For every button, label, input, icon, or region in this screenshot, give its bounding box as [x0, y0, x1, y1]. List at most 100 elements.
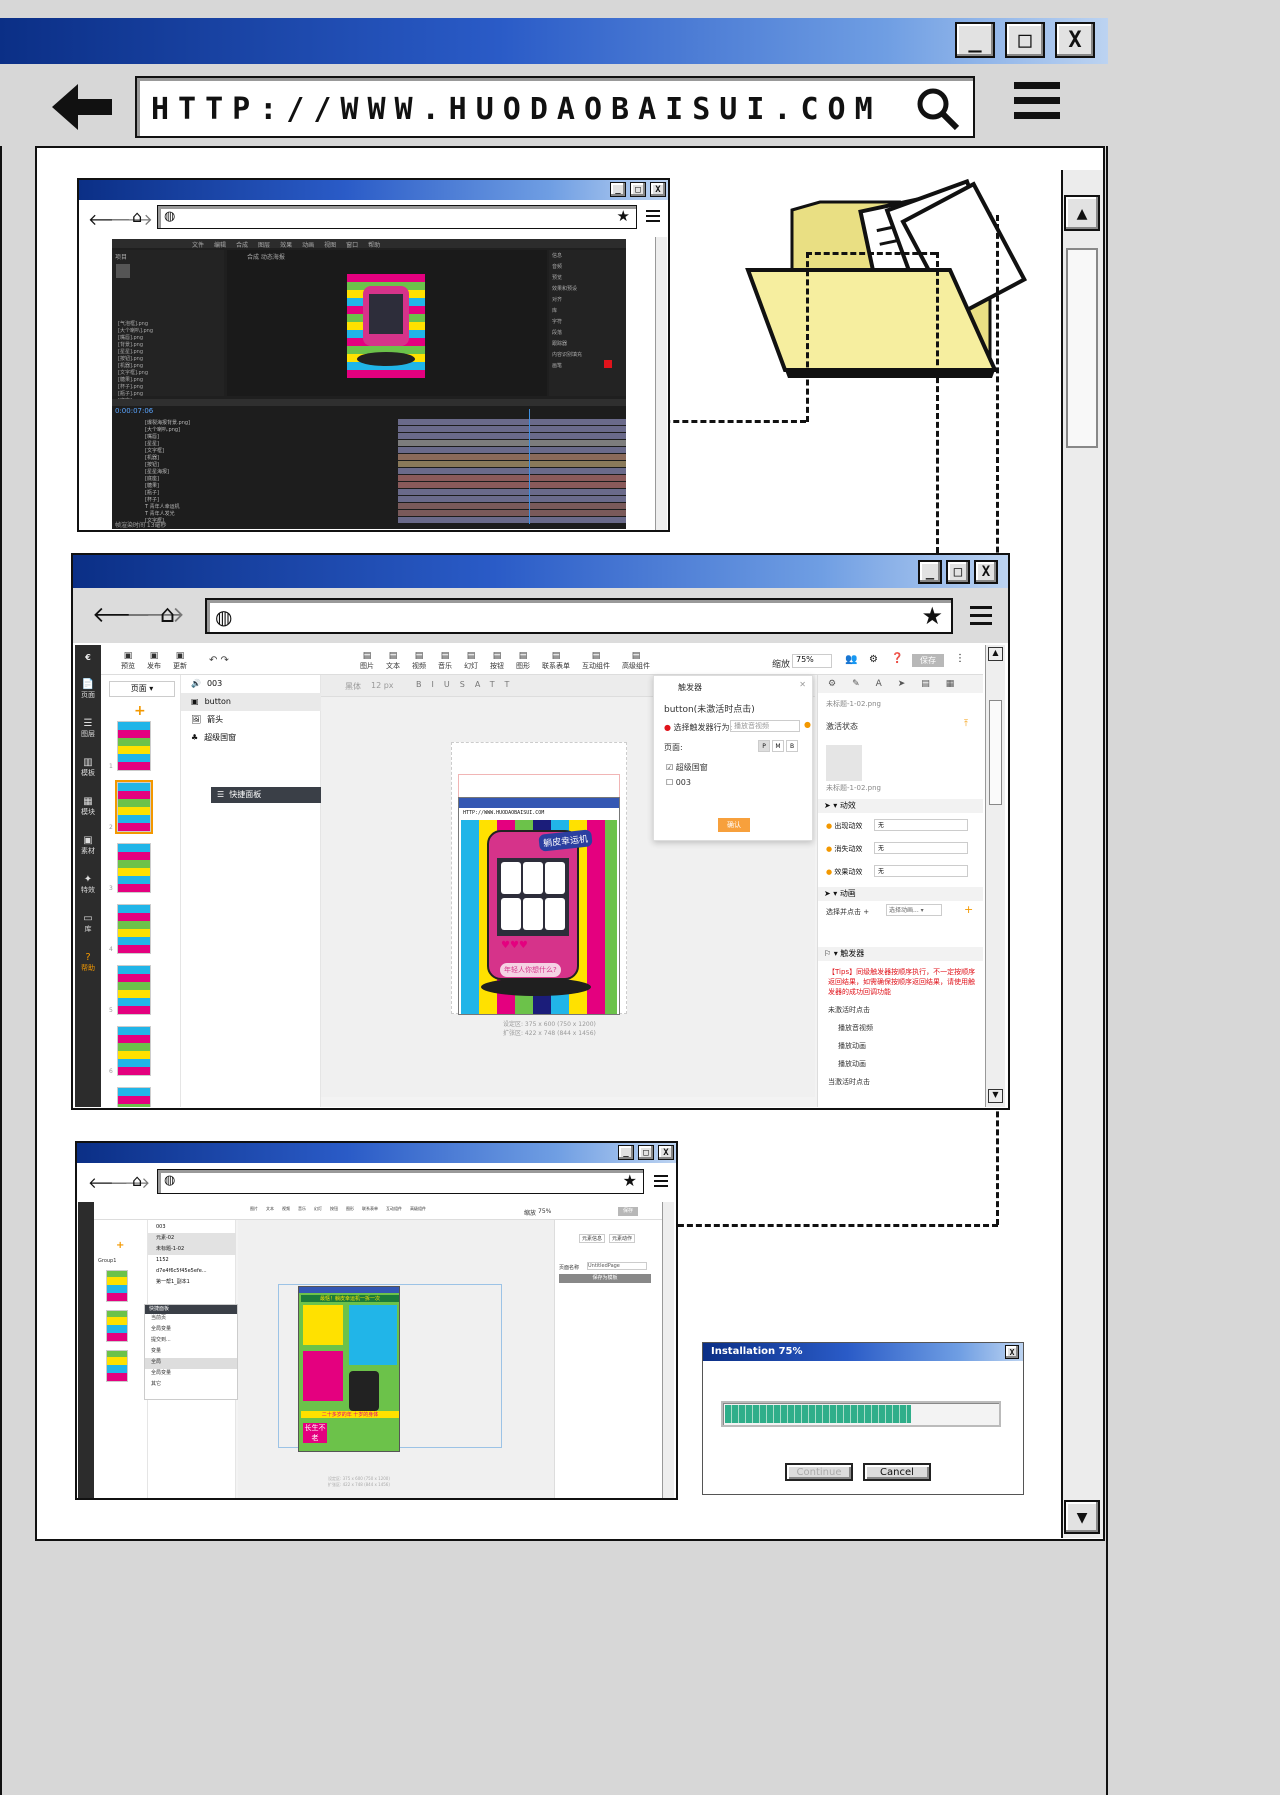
timeline-layer[interactable]: [机器]: [115, 454, 395, 461]
timeline-bar[interactable]: [398, 510, 626, 516]
hamburger-menu-icon[interactable]: [1014, 82, 1060, 128]
effects-panel-item[interactable]: 信息: [552, 252, 582, 263]
page-option-B[interactable]: B: [786, 740, 798, 752]
save-template-button[interactable]: 保存为模板: [559, 1274, 651, 1283]
insert-button-1[interactable]: ▤ 文本: [386, 651, 400, 671]
timeline-bar[interactable]: [398, 447, 626, 453]
insert-button-4[interactable]: 幻灯: [314, 1206, 322, 1212]
quick-panel[interactable]: 快捷面板 当前页 全局变量 提交到... 变量 全局 全局变量 其它: [144, 1304, 238, 1400]
quick-item[interactable]: 其它: [145, 1380, 237, 1391]
page-thumb[interactable]: [106, 1310, 128, 1342]
timeline-layer[interactable]: T 青年人幸运机: [115, 503, 395, 510]
motion-select[interactable]: 无: [874, 819, 968, 831]
add-page-button[interactable]: +: [134, 703, 146, 719]
left-nav-item-5[interactable]: ✦ 特效: [75, 874, 101, 895]
ae-home-icon[interactable]: ⌂: [132, 207, 142, 226]
project-file-item[interactable]: [背景].png: [118, 341, 222, 348]
insert-button-5[interactable]: ▤ 按钮: [490, 651, 504, 671]
effects-panel-item[interactable]: 字符: [552, 318, 582, 329]
page-thumb[interactable]: [117, 1026, 151, 1076]
ae-url-bar[interactable]: ◍ ★: [157, 205, 637, 229]
ae-maximize-button[interactable]: □: [630, 182, 646, 197]
back-arrow-icon[interactable]: [52, 82, 114, 132]
left-nav-item-0[interactable]: 📄 页面: [75, 679, 101, 700]
timeline-layer[interactable]: [按钮]: [115, 461, 395, 468]
insert-button-5[interactable]: 按钮: [330, 1206, 338, 1212]
insert-button-7[interactable]: 联系表单: [362, 1206, 378, 1212]
animation-select[interactable]: 选择动画... ▾: [886, 904, 942, 916]
project-file-item[interactable]: [按钮].png: [118, 355, 222, 362]
page-option-P[interactable]: P: [758, 740, 770, 752]
continue-button[interactable]: Continue: [785, 1463, 853, 1481]
project-file-item[interactable]: [糖果].png: [118, 376, 222, 383]
left-nav-item-3[interactable]: ▦ 模块: [75, 796, 101, 817]
save-button[interactable]: 保存: [912, 654, 944, 667]
trigger-item[interactable]: 播放动画: [838, 1059, 866, 1069]
add-animation-button[interactable]: +: [964, 903, 973, 916]
insert-button-9[interactable]: 高级组件: [410, 1206, 426, 1212]
maximize-button[interactable]: □: [1005, 22, 1045, 58]
timeline-bar[interactable]: [398, 517, 626, 523]
effects-panel-item[interactable]: 预览: [552, 274, 582, 285]
cancel-button[interactable]: Cancel: [863, 1463, 931, 1481]
layer-item[interactable]: 未标题-1-02: [148, 1244, 236, 1255]
zoom-input[interactable]: 75%: [538, 1208, 551, 1215]
scroll-thumb[interactable]: [1066, 248, 1098, 448]
left-nav-item-7[interactable]: ? 帮助: [75, 952, 101, 973]
editor2-menu-icon[interactable]: [654, 1175, 668, 1187]
timeline-layer[interactable]: [大个喇叭.png]: [115, 426, 395, 433]
insert-button-3[interactable]: 音乐: [298, 1206, 306, 1212]
project-file-item[interactable]: [嘴唇].png: [118, 334, 222, 341]
timeline-bar[interactable]: [398, 496, 626, 502]
insert-button-6[interactable]: 图形: [346, 1206, 354, 1212]
more-icon[interactable]: ⋮: [955, 653, 965, 664]
confirm-button[interactable]: 确认: [718, 818, 750, 832]
editor2-url-bar[interactable]: ◍ ★: [157, 1169, 644, 1194]
minimize-button[interactable]: _: [955, 22, 995, 58]
insert-button-4[interactable]: ▤ 幻灯: [464, 651, 478, 671]
motion-select[interactable]: 无: [874, 865, 968, 877]
bookmark-star-icon[interactable]: ★: [623, 1171, 637, 1190]
project-file-item[interactable]: [瓶子].png: [118, 390, 222, 397]
editor2-home-icon[interactable]: ⌂: [132, 1171, 142, 1190]
timeline-bar[interactable]: [398, 426, 626, 432]
close-button[interactable]: X: [1055, 22, 1095, 58]
project-file-item[interactable]: [杯子].png: [118, 383, 222, 390]
insert-button-6[interactable]: ▤ 图形: [516, 651, 530, 671]
timeline-bar[interactable]: [398, 454, 626, 460]
editor2-maximize-button[interactable]: □: [638, 1145, 654, 1160]
layer-item[interactable]: 第一帮1_副本1: [148, 1277, 236, 1288]
pages-select[interactable]: 页面 ▾: [109, 681, 175, 697]
behavior-select[interactable]: 播放音视频: [730, 720, 800, 732]
timeline-bar[interactable]: [398, 433, 626, 439]
timeline-layer[interactable]: [星星]: [115, 440, 395, 447]
effects-panel-item[interactable]: 内容识别填充: [552, 351, 582, 362]
timeline-layer[interactable]: [星星海报]: [115, 468, 395, 475]
effects-panel-item[interactable]: 库: [552, 307, 582, 318]
checkbox-checked[interactable]: ☑: [666, 763, 673, 772]
timeline-layer[interactable]: [爆裂海报背景.png]: [115, 419, 395, 426]
left-nav-item-6[interactable]: ▭ 库: [75, 913, 101, 934]
insert-button-3[interactable]: ▤ 音乐: [438, 651, 452, 671]
timeline-bar[interactable]: [398, 482, 626, 488]
save-button[interactable]: 保存: [618, 1207, 638, 1216]
editor-close-button[interactable]: X: [974, 560, 998, 584]
bookmark-star-icon[interactable]: ★: [617, 207, 630, 225]
insert-button-9[interactable]: ▤ 高级组件: [622, 651, 650, 671]
editor-forward-arrow-icon[interactable]: 🡒: [126, 602, 185, 628]
font-select[interactable]: 黑体: [345, 681, 361, 692]
bookmark-star-icon[interactable]: ★: [921, 602, 943, 630]
motion-select[interactable]: 无: [874, 842, 968, 854]
effects-panel-item[interactable]: 画笔: [552, 362, 582, 373]
tab-element-action[interactable]: 元素动作: [609, 1234, 636, 1243]
effects-panel-item[interactable]: 对齐: [552, 296, 582, 307]
editor2-minimize-button[interactable]: _: [618, 1145, 634, 1160]
insert-button-7[interactable]: ▤ 联系表单: [542, 651, 570, 671]
insert-button-2[interactable]: 视频: [282, 1206, 290, 1212]
editor-minimize-button[interactable]: _: [918, 560, 942, 584]
editor-scrollbar[interactable]: ▲ ▼: [985, 645, 1005, 1107]
users-icon[interactable]: 👥: [845, 654, 857, 665]
trigger-item[interactable]: 播放动画: [838, 1041, 866, 1051]
layer-item[interactable]: 元素-02: [148, 1233, 236, 1244]
insert-button-8[interactable]: ▤ 互动组件: [582, 651, 610, 671]
